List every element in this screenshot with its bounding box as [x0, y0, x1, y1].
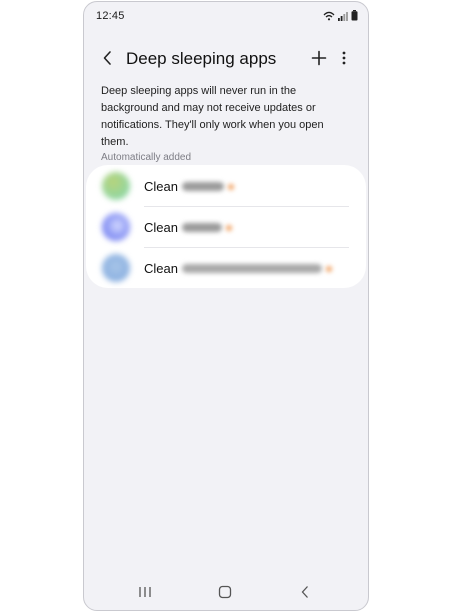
navigation-bar [84, 574, 368, 610]
signal-icon [338, 8, 348, 26]
app-name: Clean [144, 220, 178, 235]
more-vertical-icon[interactable] [334, 46, 354, 70]
blurred-mark [325, 265, 332, 272]
app-name: Clean [144, 179, 178, 194]
status-time: 12:45 [96, 10, 125, 22]
blurred-app-name [181, 223, 222, 232]
list-item[interactable]: Clean [86, 247, 366, 288]
app-name: Clean [144, 261, 178, 276]
list-item[interactable]: Clean [86, 206, 366, 247]
plus-icon[interactable] [307, 46, 331, 70]
home-icon[interactable] [211, 580, 239, 604]
blurred-mark [225, 224, 232, 231]
battery-icon [351, 8, 358, 26]
section-label: Automatically added [101, 152, 192, 163]
app-bar: Deep sleeping apps [84, 40, 368, 76]
blurred-app-name [181, 182, 224, 191]
app-list-card: Clean Clean Clean [86, 165, 366, 288]
description-text: Deep sleeping apps will never run in the… [101, 85, 324, 148]
back-icon[interactable] [291, 580, 319, 604]
chevron-left-icon[interactable] [96, 46, 120, 70]
app-icon [102, 213, 130, 241]
wifi-icon [323, 8, 335, 26]
app-icon [102, 254, 130, 282]
list-item[interactable]: Clean [86, 165, 366, 206]
blurred-mark [227, 183, 234, 190]
phone-screen: 12:45 Deep sleeping apps Deep sleeping a… [83, 1, 369, 611]
page-title: Deep sleeping apps [126, 49, 277, 68]
status-bar: 12:45 [84, 2, 368, 28]
status-icons [323, 8, 358, 26]
app-icon [102, 172, 130, 200]
blurred-app-name [181, 264, 322, 273]
recents-icon[interactable] [131, 580, 159, 604]
